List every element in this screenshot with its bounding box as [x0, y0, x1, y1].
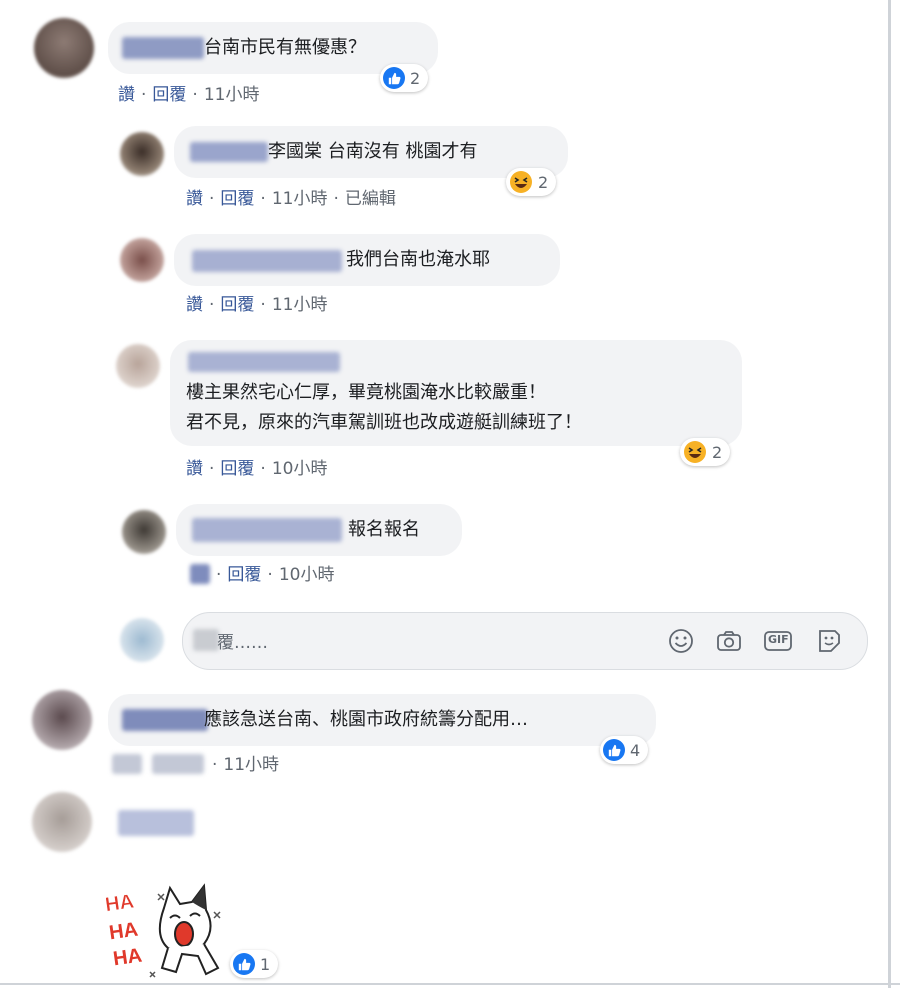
comment-text-line2: 君不見，原來的汽車駕訓班也改成遊艇訓練班了！ — [186, 412, 582, 433]
like-reaction-icon — [603, 739, 625, 761]
reaction-count-text: 4 — [630, 740, 641, 760]
emoji-icon[interactable] — [667, 627, 695, 655]
gif-icon[interactable]: GIF — [763, 627, 792, 655]
like-link[interactable]: 讚 — [186, 189, 203, 209]
like-reaction-icon — [383, 67, 405, 89]
comment-actions: 讚 · 回覆 · 11小時 — [118, 85, 260, 105]
timestamp[interactable]: 10小時 — [279, 565, 335, 585]
avatar[interactable] — [116, 344, 160, 388]
avatar[interactable] — [122, 510, 166, 554]
timestamp[interactable]: 11小時 — [204, 85, 260, 105]
comment-bubble: 報名報名 — [176, 504, 462, 556]
commenter-name-redacted[interactable] — [192, 518, 342, 542]
avatar[interactable] — [34, 18, 94, 78]
camera-icon[interactable] — [715, 627, 743, 655]
reaction-count[interactable]: 2 — [680, 438, 731, 466]
comment-actions: 讚 · 回覆 · 11小時 · 已編輯 — [186, 189, 396, 209]
commenter-name-redacted[interactable] — [122, 709, 208, 731]
like-link-redacted[interactable] — [190, 564, 210, 584]
timestamp[interactable]: 11小時 — [272, 189, 328, 209]
haha-reaction-icon — [683, 440, 707, 464]
reply-link[interactable]: 回覆 — [152, 85, 186, 105]
svg-text:HA: HA — [108, 919, 140, 945]
timestamp[interactable]: 10小時 — [272, 459, 328, 479]
reaction-count[interactable]: 1 — [230, 950, 279, 978]
comment-text: 李國棠 台南沒有 桃園才有 — [268, 141, 478, 162]
window-border-bottom — [0, 983, 900, 985]
reply-link[interactable]: 回覆 — [220, 189, 254, 209]
reaction-count-text: 1 — [260, 954, 271, 974]
avatar[interactable] — [120, 238, 164, 282]
reply-placeholder: 覆…… — [217, 633, 268, 653]
reaction-count[interactable]: 2 — [506, 168, 557, 196]
avatar[interactable] — [120, 132, 164, 176]
timestamp[interactable]: 11小時 — [223, 755, 279, 775]
reaction-count-text: 2 — [712, 442, 723, 462]
like-link-redacted[interactable] — [112, 754, 142, 774]
comment-actions: · 11小時 — [212, 755, 280, 775]
haha-cat-sticker: HA HA HA — [103, 882, 224, 978]
like-link[interactable]: 讚 — [118, 85, 135, 105]
comment-bubble: 樓主果然宅心仁厚，畢竟桃園淹水比較嚴重！ 君不見，原來的汽車駕訓班也改成遊艇訓練… — [170, 340, 742, 446]
reply-prefix-redacted — [193, 629, 219, 651]
haha-reaction-icon — [509, 170, 533, 194]
comment-text: 台南市民有無優惠？ — [204, 37, 366, 58]
reply-link[interactable]: 回覆 — [227, 565, 261, 585]
commenter-name-redacted[interactable] — [118, 810, 194, 836]
commenter-name-redacted[interactable] — [122, 37, 204, 59]
svg-text:HA: HA — [106, 891, 135, 917]
like-link[interactable]: 讚 — [186, 459, 203, 479]
window-border-right — [888, 0, 891, 988]
comment-bubble: 我們台南也淹水耶 — [174, 234, 560, 286]
like-reaction-icon — [233, 953, 255, 975]
comment-text: 報名報名 — [348, 519, 420, 540]
reply-link[interactable]: 回覆 — [220, 295, 254, 315]
reply-link[interactable]: 回覆 — [220, 459, 254, 479]
comment-text: 應該急送台南、桃園市政府統籌分配用… — [204, 709, 528, 730]
comment-text: 我們台南也淹水耶 — [346, 249, 490, 270]
comment-text-line1: 樓主果然宅心仁厚，畢竟桃園淹水比較嚴重！ — [186, 382, 546, 403]
gif-label: GIF — [768, 633, 789, 646]
reply-link-redacted[interactable] — [152, 754, 204, 774]
current-user-avatar — [120, 618, 164, 662]
reaction-count[interactable]: 2 — [380, 64, 429, 92]
timestamp[interactable]: 11小時 — [272, 295, 328, 315]
comment-actions: · 回覆 · 10小時 — [216, 565, 335, 585]
reaction-count-text: 2 — [538, 172, 549, 192]
avatar[interactable] — [32, 690, 92, 750]
like-link[interactable]: 讚 — [186, 295, 203, 315]
edited-label[interactable]: 已編輯 — [345, 189, 396, 209]
commenter-name-redacted[interactable] — [188, 352, 340, 372]
comment-actions: 讚 · 回覆 · 11小時 — [186, 295, 328, 315]
comment-actions: 讚 · 回覆 · 10小時 — [186, 459, 328, 479]
svg-text:HA: HA — [112, 945, 144, 971]
comment-bubble: 應該急送台南、桃園市政府統籌分配用… — [108, 694, 656, 746]
commenter-name-redacted[interactable] — [192, 250, 342, 272]
reaction-count[interactable]: 4 — [600, 736, 649, 764]
reaction-count-text: 2 — [410, 68, 421, 88]
commenter-name-redacted[interactable] — [190, 142, 268, 162]
avatar[interactable] — [32, 792, 92, 852]
reply-input[interactable]: 覆…… GIF — [182, 612, 868, 670]
sticker-icon[interactable] — [815, 627, 843, 655]
